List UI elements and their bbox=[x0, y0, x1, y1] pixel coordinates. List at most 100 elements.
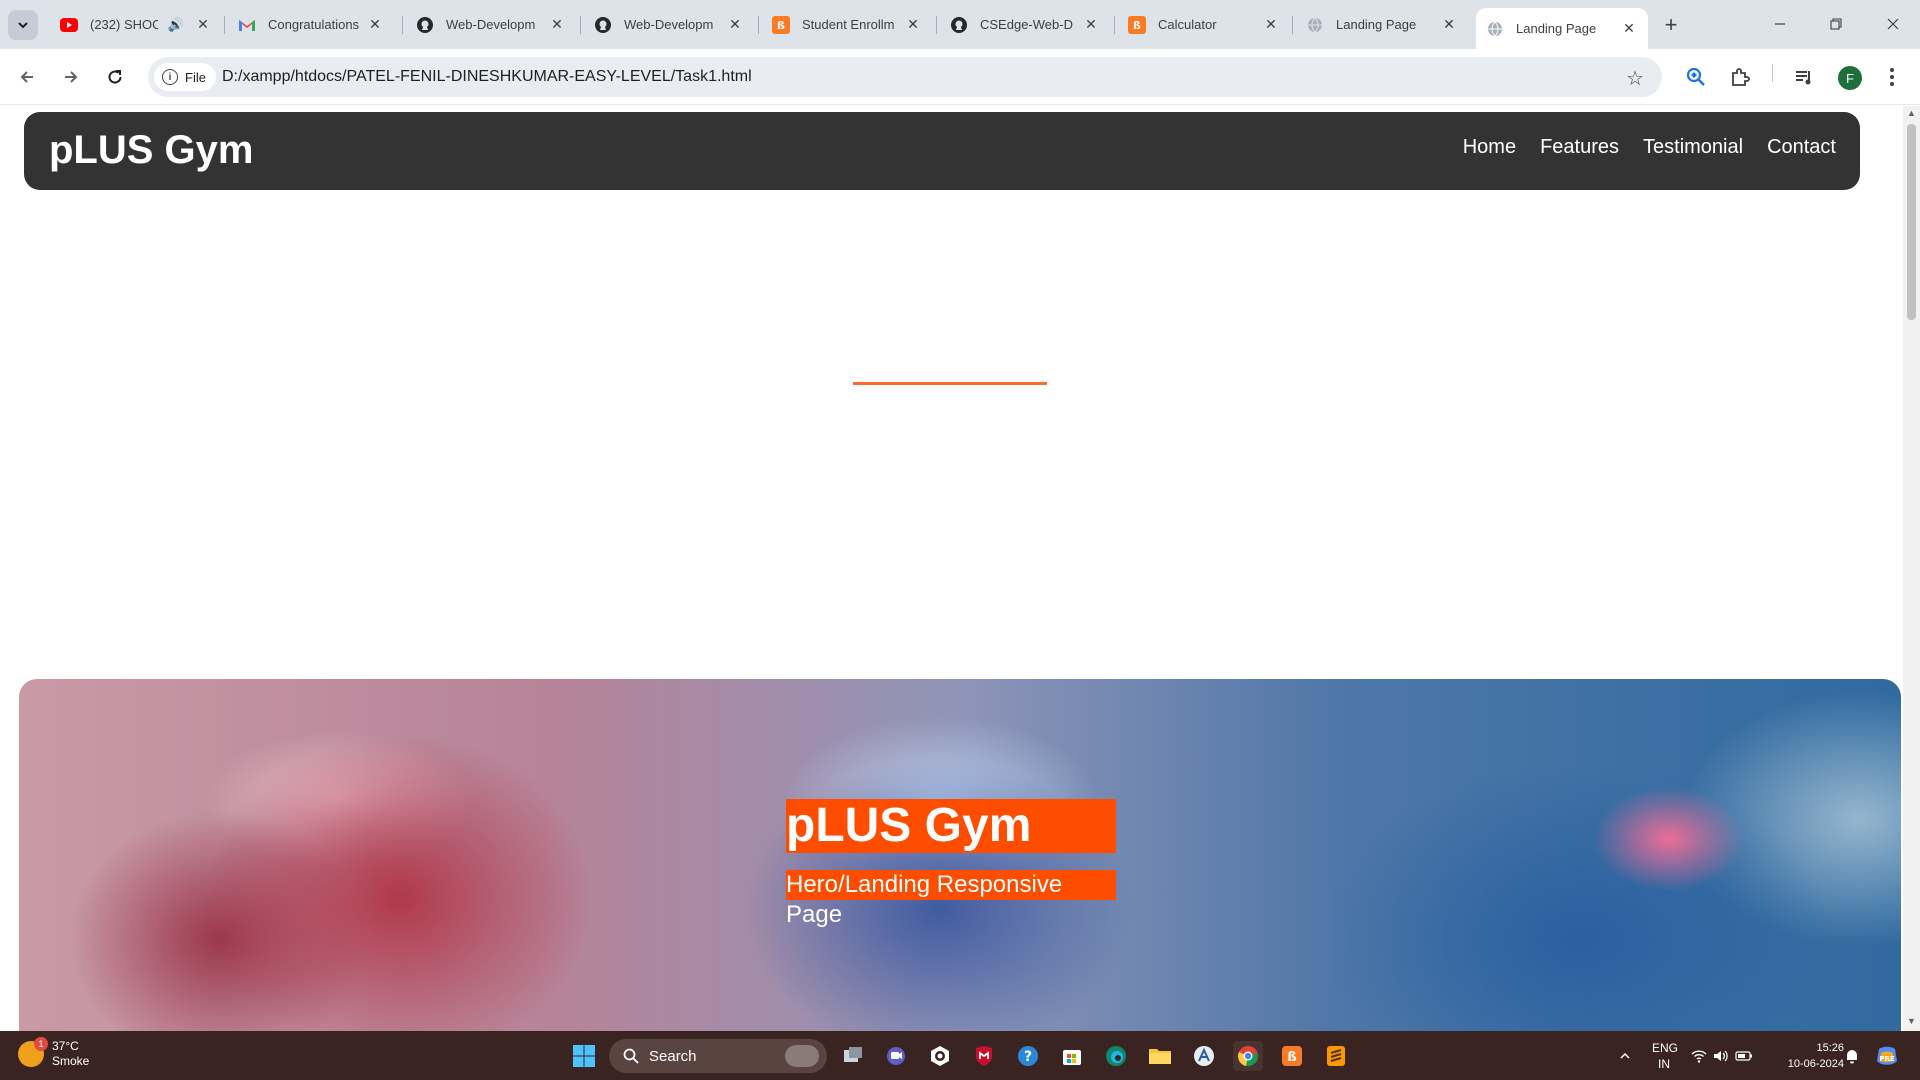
search-highlight-icon bbox=[785, 1045, 819, 1067]
svg-text:ß: ß bbox=[1133, 19, 1141, 32]
close-tab-icon[interactable]: ✕ bbox=[726, 16, 744, 34]
menu-button[interactable] bbox=[1878, 63, 1906, 91]
close-tab-icon[interactable]: ✕ bbox=[904, 16, 922, 34]
profile-avatar[interactable]: F bbox=[1838, 66, 1862, 90]
weather-temperature: 37°C bbox=[52, 1039, 79, 1053]
browser-tab[interactable]: Web-Developm ✕ bbox=[406, 8, 576, 41]
tab-divider bbox=[224, 16, 225, 34]
tab-title: CSEdge-Web-D bbox=[980, 17, 1073, 32]
xampp-icon: ß bbox=[1128, 15, 1146, 34]
scrollbar-thumb[interactable] bbox=[1907, 124, 1916, 320]
help-button[interactable]: ? bbox=[1013, 1041, 1043, 1071]
close-window-button[interactable] bbox=[1873, 10, 1913, 38]
close-tab-icon[interactable]: ✕ bbox=[1440, 16, 1458, 34]
scroll-down-arrow-icon[interactable]: ▼ bbox=[1907, 1016, 1916, 1026]
close-tab-icon[interactable]: ✕ bbox=[1082, 16, 1100, 34]
app-launcher-button[interactable] bbox=[1189, 1041, 1219, 1071]
restore-button[interactable] bbox=[1816, 10, 1856, 38]
bell-icon bbox=[1847, 1050, 1857, 1064]
tab-title: Student Enrollm bbox=[802, 17, 895, 32]
windows-taskbar: 1 37°C Smoke Search ? ß ENG IN 15:26 10-… bbox=[0, 1031, 1920, 1080]
language-code: ENG bbox=[1652, 1041, 1679, 1055]
page-viewport: pLUS Gym Home Features Testimonial Conta… bbox=[0, 106, 1920, 1031]
show-hidden-icons-button[interactable] bbox=[1610, 1041, 1640, 1071]
tab-divider bbox=[402, 16, 403, 34]
nav-link-home[interactable]: Home bbox=[1463, 136, 1516, 159]
nav-link-testimonial[interactable]: Testimonial bbox=[1643, 136, 1743, 159]
tab-title: Landing Page bbox=[1336, 17, 1417, 32]
browser-tab[interactable]: Landing Page ✕ bbox=[1296, 8, 1468, 41]
back-button[interactable] bbox=[13, 63, 41, 91]
browser-tab[interactable]: CSEdge-Web-D ✕ bbox=[940, 8, 1110, 41]
site-chip-label: File bbox=[185, 69, 206, 85]
address-bar[interactable]: i File D:/xampp/htdocs/PATEL-FENIL-DINES… bbox=[148, 57, 1662, 97]
start-button[interactable] bbox=[569, 1041, 599, 1071]
copilot-button[interactable]: PRE bbox=[1872, 1041, 1902, 1071]
task-view-button[interactable] bbox=[838, 1041, 868, 1071]
clock-date: 10-06-2024 bbox=[1787, 1058, 1844, 1070]
browser-tab-active[interactable]: Landing Page ✕ bbox=[1476, 8, 1648, 49]
weather-sun-icon: 1 bbox=[18, 1037, 48, 1067]
more-vertical-icon bbox=[1890, 68, 1894, 86]
close-tab-icon[interactable]: ✕ bbox=[548, 16, 566, 34]
gmail-icon bbox=[238, 16, 256, 34]
edge-button[interactable] bbox=[1101, 1041, 1131, 1071]
teams-chat-button[interactable] bbox=[881, 1041, 911, 1071]
forward-button[interactable] bbox=[57, 63, 85, 91]
language-indicator[interactable]: ENG IN bbox=[1652, 1040, 1679, 1072]
media-controls-button[interactable] bbox=[1790, 63, 1818, 91]
svg-text:ß: ß bbox=[777, 19, 785, 32]
bookmark-star-icon[interactable]: ☆ bbox=[1626, 66, 1644, 91]
chrome-button[interactable] bbox=[1233, 1041, 1263, 1071]
notifications-button[interactable] bbox=[1837, 1041, 1867, 1071]
queue-music-icon bbox=[1796, 71, 1811, 85]
new-tab-button[interactable]: + bbox=[1658, 12, 1684, 38]
microsoft-store-button[interactable] bbox=[1057, 1041, 1087, 1071]
sublime-icon bbox=[1327, 1046, 1345, 1066]
weather-widget[interactable]: 1 37°C Smoke bbox=[18, 1037, 89, 1069]
browser-tab[interactable]: Web-Developm ✕ bbox=[584, 8, 754, 41]
chat-icon bbox=[887, 1047, 905, 1065]
taskbar-search-box[interactable]: Search bbox=[609, 1039, 827, 1073]
globe-icon bbox=[1306, 16, 1324, 34]
site-info-chip[interactable]: i File bbox=[154, 63, 216, 91]
close-tab-icon[interactable]: ✕ bbox=[1262, 16, 1280, 34]
close-tab-icon[interactable]: ✕ bbox=[366, 16, 384, 34]
site-brand[interactable]: pLUS Gym bbox=[49, 128, 253, 173]
lens-button[interactable] bbox=[1682, 63, 1710, 91]
tab-search-button[interactable] bbox=[8, 10, 38, 40]
edge-icon bbox=[1106, 1046, 1126, 1066]
nav-link-features[interactable]: Features bbox=[1540, 136, 1619, 159]
sublime-text-button[interactable] bbox=[1321, 1041, 1351, 1071]
minimize-button[interactable] bbox=[1760, 10, 1800, 38]
file-explorer-button[interactable] bbox=[1145, 1041, 1175, 1071]
browser-tab[interactable]: Congratulations ✕ bbox=[228, 8, 394, 41]
minimize-icon bbox=[1775, 23, 1785, 25]
browser-tab[interactable]: ß Calculator ✕ bbox=[1118, 8, 1290, 41]
clock[interactable]: 15:26 10-06-2024 bbox=[1768, 1040, 1844, 1072]
browser-tab[interactable]: ß Student Enrollm ✕ bbox=[762, 8, 932, 41]
mcafee-button[interactable] bbox=[969, 1041, 999, 1071]
restore-icon bbox=[1830, 18, 1842, 30]
reload-button[interactable] bbox=[101, 63, 129, 91]
extensions-button[interactable] bbox=[1726, 63, 1754, 91]
close-icon bbox=[1887, 18, 1899, 30]
url-text[interactable]: D:/xampp/htdocs/PATEL-FENIL-DINESHKUMAR-… bbox=[222, 68, 752, 86]
github-icon bbox=[950, 16, 968, 34]
page-scrollbar[interactable]: ▲ ▼ bbox=[1903, 106, 1920, 1031]
close-tab-icon[interactable]: ✕ bbox=[1620, 20, 1638, 38]
accent-divider bbox=[853, 382, 1047, 385]
clock-time: 15:26 bbox=[1816, 1042, 1844, 1054]
close-tab-icon[interactable]: ✕ bbox=[194, 16, 212, 34]
scroll-up-arrow-icon[interactable]: ▲ bbox=[1907, 108, 1916, 118]
nav-link-contact[interactable]: Contact bbox=[1767, 136, 1836, 159]
browser-tab[interactable]: (232) SHOO 🔊 ✕ bbox=[50, 8, 222, 41]
speaker-icon[interactable]: 🔊 bbox=[168, 17, 184, 33]
windows-logo-icon bbox=[573, 1045, 595, 1067]
xampp-button[interactable]: ß bbox=[1277, 1041, 1307, 1071]
network-status-button[interactable] bbox=[1686, 1041, 1758, 1071]
tab-divider bbox=[1292, 16, 1293, 34]
globe-icon bbox=[1486, 20, 1504, 38]
folder-icon bbox=[1149, 1049, 1171, 1064]
github-desktop-button[interactable] bbox=[925, 1041, 955, 1071]
